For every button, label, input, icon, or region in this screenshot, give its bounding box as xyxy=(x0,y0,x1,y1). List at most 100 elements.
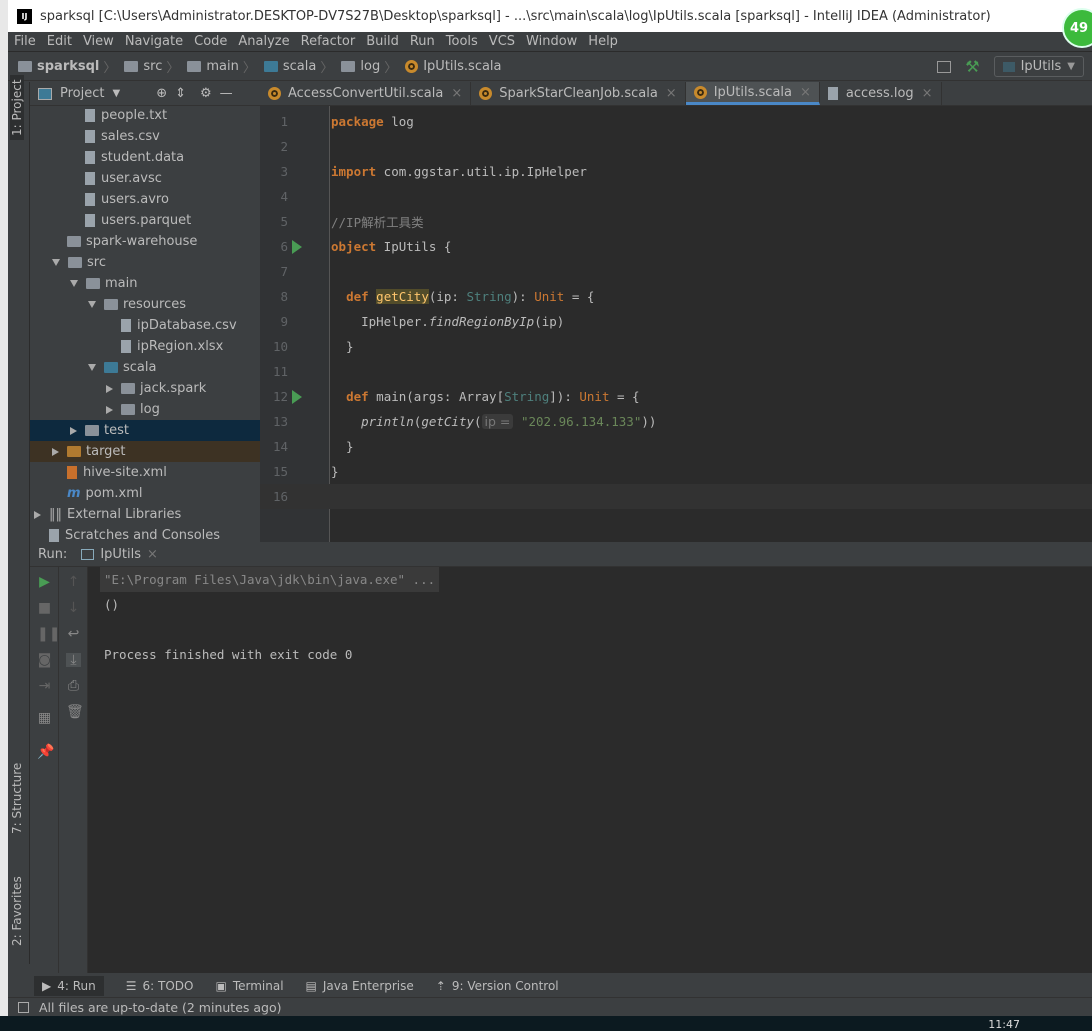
tree-item[interactable]: users.parquet xyxy=(30,210,260,231)
chevron-right-icon[interactable] xyxy=(34,510,41,519)
menu-file[interactable]: File xyxy=(8,34,41,49)
console-output[interactable]: "E:\Program Files\Java\jdk\bin\java.exe"… xyxy=(100,567,440,667)
tree-item[interactable]: resources xyxy=(30,294,260,315)
minimize-icon[interactable]: — xyxy=(220,86,233,101)
chevron-down-icon[interactable] xyxy=(88,364,96,371)
tool-tab--todo[interactable]: ☰ 6: TODO xyxy=(126,979,194,993)
run-gutter-icon[interactable] xyxy=(292,239,302,254)
code-line: 15} xyxy=(260,459,1092,484)
favorites-tool-tab[interactable]: 2: Favorites xyxy=(10,876,24,946)
close-icon[interactable]: × xyxy=(922,86,933,101)
tree-item[interactable]: jack.spark xyxy=(30,378,260,399)
editor-tab[interactable]: access.log × xyxy=(820,82,942,105)
scala-object-icon xyxy=(479,87,493,100)
trash-icon[interactable]: 🗑 xyxy=(66,705,84,719)
menu-build[interactable]: Build xyxy=(360,34,404,49)
chevron-right-icon[interactable] xyxy=(52,447,59,456)
code-token: ): xyxy=(511,289,535,304)
soft-wrap-icon[interactable]: ↩ xyxy=(66,627,81,641)
run-config-select[interactable]: IpUtils ▼ xyxy=(993,56,1084,77)
status-toggle-icon[interactable] xyxy=(18,1001,29,1013)
menu-navigate[interactable]: Navigate xyxy=(119,34,188,49)
chevron-down-icon[interactable] xyxy=(88,301,96,308)
run-gutter-icon[interactable] xyxy=(292,389,302,404)
editor-tab[interactable]: SparkStarCleanJob.scala × xyxy=(471,82,686,105)
breadcrumb-item[interactable]: log 〉 xyxy=(341,57,401,76)
tree-item[interactable]: log xyxy=(30,399,260,420)
project-tool-tab[interactable]: 1: Project xyxy=(10,75,24,140)
tree-item[interactable]: people.txt xyxy=(30,105,260,126)
tree-item[interactable]: main xyxy=(30,273,260,294)
close-icon[interactable]: × xyxy=(451,86,462,101)
editor-tab[interactable]: IpUtils.scala × xyxy=(685,82,820,105)
breadcrumb-item[interactable]: src 〉 xyxy=(124,57,183,76)
print-icon[interactable]: ⎙ xyxy=(66,679,81,693)
tree-item[interactable]: hive-site.xml xyxy=(30,462,260,483)
tree-item[interactable]: scala xyxy=(30,357,260,378)
close-icon[interactable]: × xyxy=(800,85,811,100)
camera-icon[interactable]: ◙ xyxy=(37,653,52,667)
tree-item[interactable]: sales.csv xyxy=(30,126,260,147)
chevron-down-icon[interactable] xyxy=(70,280,78,287)
chevron-right-icon[interactable] xyxy=(106,384,113,393)
menu-tools[interactable]: Tools xyxy=(440,34,483,49)
tree-item[interactable]: target xyxy=(30,441,260,462)
menu-edit[interactable]: Edit xyxy=(41,34,77,49)
rerun-icon[interactable]: ▶ xyxy=(37,575,52,589)
build-hammer-icon[interactable]: ⚒ xyxy=(965,57,979,76)
up-arrow-icon[interactable]: ↑ xyxy=(66,575,81,589)
chevron-down-icon[interactable]: ▼ xyxy=(112,88,120,99)
exit-icon[interactable]: ⇥ xyxy=(37,679,52,693)
breadcrumb-item[interactable]: main 〉 xyxy=(187,57,260,76)
tree-item[interactable]: user.avsc xyxy=(30,168,260,189)
close-icon[interactable]: × xyxy=(666,86,677,101)
tree-item[interactable]: test xyxy=(30,420,260,441)
line-number: 8 xyxy=(280,289,288,304)
breadcrumb-item[interactable]: IpUtils.scala xyxy=(405,59,502,74)
menu-vcs[interactable]: VCS xyxy=(483,34,520,49)
menu-refactor[interactable]: Refactor xyxy=(295,34,361,49)
tool-tab-terminal[interactable]: ▣ Terminal xyxy=(215,979,283,993)
editor-tab[interactable]: AccessConvertUtil.scala × xyxy=(260,82,472,105)
tool-tab--run[interactable]: ▶ 4: Run xyxy=(34,976,104,996)
down-arrow-icon[interactable]: ↓ xyxy=(66,601,81,615)
menu-view[interactable]: View xyxy=(77,34,119,49)
tree-item[interactable]: m pom.xml xyxy=(30,483,260,504)
tree-item[interactable]: Scratches and Consoles xyxy=(30,525,260,542)
project-view-select[interactable]: Project xyxy=(60,86,104,101)
tool-tab-java-enterprise[interactable]: ▤ Java Enterprise xyxy=(306,979,414,993)
menu-analyze[interactable]: Analyze xyxy=(232,34,294,49)
structure-tool-tab[interactable]: 7: Structure xyxy=(10,763,24,834)
scroll-to-end-icon[interactable]: ⤓ xyxy=(66,653,81,667)
code-line: 14 } xyxy=(260,434,1092,459)
tree-item[interactable]: users.avro xyxy=(30,189,260,210)
tree-item[interactable]: src xyxy=(30,252,260,273)
layout-icon[interactable]: ▦ xyxy=(37,711,52,725)
tree-item[interactable]: ipRegion.xlsx xyxy=(30,336,260,357)
chevron-right-icon[interactable] xyxy=(106,405,113,414)
console-line: Process finished with exit code 0 xyxy=(104,647,353,662)
menu-run[interactable]: Run xyxy=(404,34,440,49)
breadcrumb-item[interactable]: sparksql 〉 xyxy=(18,57,120,76)
run-tab[interactable]: IpUtils × xyxy=(81,547,158,562)
menu-code[interactable]: Code xyxy=(188,34,232,49)
tree-item[interactable]: ‖‖ External Libraries xyxy=(30,504,260,525)
collapse-all-icon[interactable]: ⇕ xyxy=(175,86,186,101)
chevron-down-icon[interactable] xyxy=(52,259,60,266)
tree-item[interactable]: spark-warehouse xyxy=(30,231,260,252)
menu-window[interactable]: Window xyxy=(520,34,582,49)
tool-tab--version-control[interactable]: ⇡ 9: Version Control xyxy=(436,979,559,993)
locate-icon[interactable]: ⊕ xyxy=(156,86,167,101)
chevron-right-icon[interactable] xyxy=(70,426,77,435)
tree-item[interactable]: ipDatabase.csv xyxy=(30,315,260,336)
breadcrumb-item[interactable]: scala 〉 xyxy=(263,57,337,76)
tree-item[interactable]: student.data xyxy=(30,147,260,168)
pause-icon[interactable]: ❚❚ xyxy=(37,627,60,641)
gear-icon[interactable]: ⚙ xyxy=(200,86,212,101)
stop-icon[interactable]: ■ xyxy=(37,601,52,615)
pin-icon[interactable]: 📌 xyxy=(37,745,54,759)
menu-help[interactable]: Help xyxy=(582,34,623,49)
run-window-icon[interactable] xyxy=(937,60,952,73)
close-icon[interactable]: × xyxy=(147,547,158,562)
